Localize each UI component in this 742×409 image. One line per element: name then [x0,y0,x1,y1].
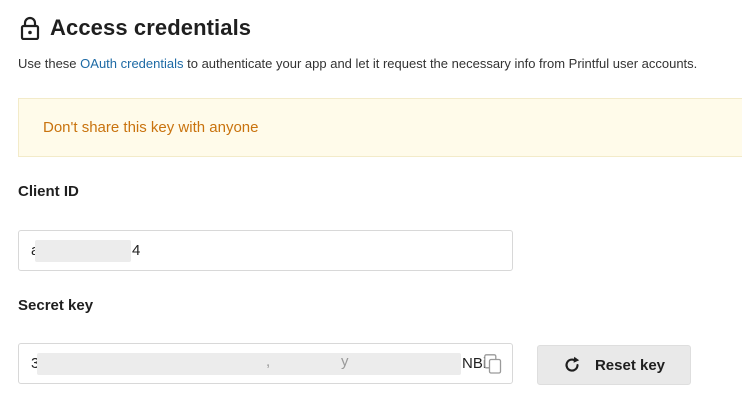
page-header: Access credentials [20,12,251,44]
secret-key-field[interactable]: 3 , y NBiE [18,343,513,384]
copy-icon[interactable] [484,354,502,374]
reset-key-label: Reset key [594,356,666,374]
client-id-field[interactable]: a 4 [18,230,513,271]
warning-banner: Don't share this key with anyone [18,98,742,157]
reset-key-button[interactable]: Reset key [537,345,691,385]
client-id-redaction [35,240,131,262]
lock-icon [20,16,40,40]
secret-key-value-middle: , [266,353,271,370]
description-text: Use these OAuth credentials to authentic… [18,56,697,71]
page-title: Access credentials [50,15,252,40]
secret-key-value-middle2: y [341,353,349,370]
secret-key-redaction [37,353,461,375]
secret-key-label: Secret key [18,297,94,314]
description-suffix: to authenticate your app and let it requ… [183,56,698,71]
refresh-icon [565,356,580,372]
client-id-value-end: 4 [132,242,141,259]
description-prefix: Use these [18,56,81,71]
client-id-label: Client ID [18,183,79,200]
warning-text: Don't share this key with anyone [43,119,259,136]
oauth-credentials-link[interactable]: OAuth credentials [80,56,183,71]
